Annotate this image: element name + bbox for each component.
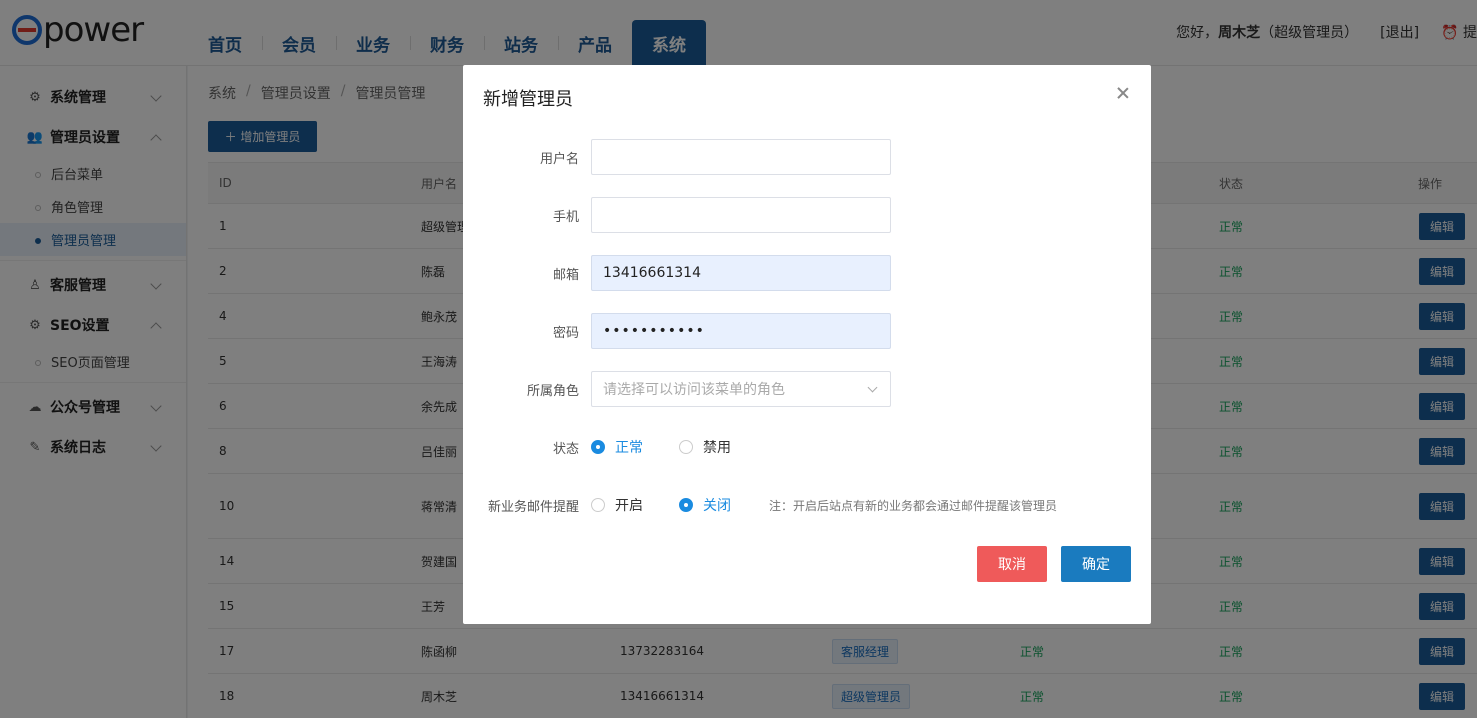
mail-notify-hint: 注：开启后站点有新的业务都会通过邮件提醒该管理员 [769,498,1058,513]
role-label: 所属角色 [526,383,579,399]
mail-notify-radio-group: 开启 关闭 注：开启后站点有新的业务都会通过邮件提醒该管理员 [591,495,1057,515]
radio-dot [679,440,693,454]
email-input[interactable]: 13416661314 [591,255,891,291]
status-row: 状态 正常 禁用 [463,429,1151,465]
mail-notify-off-radio[interactable]: 关闭 [679,495,731,515]
mail-notify-row: 新业务邮件提醒 开启 关闭 注：开启后站点有新的业务都会通过邮件提醒该管理员 [463,487,1151,523]
phone-input[interactable] [591,197,891,233]
phone-label: 手机 [552,209,579,225]
radio-dot [591,498,605,512]
username-row: 用户名 [463,139,1151,175]
chevron-down-icon [867,382,878,393]
mail-notify-on-radio[interactable]: 开启 [591,495,643,515]
email-row: 邮箱 13416661314 [463,255,1151,291]
password-input[interactable]: ••••••••••• [591,313,891,349]
password-label: 密码 [552,325,579,341]
username-label: 用户名 [539,151,579,167]
username-input[interactable] [591,139,891,175]
status-label: 状态 [552,441,579,457]
status-normal-radio[interactable]: 正常 [591,437,643,457]
status-radio-group: 正常 禁用 [591,437,767,457]
role-row: 所属角色 请选择可以访问该菜单的角色 [463,371,1151,407]
phone-row: 手机 [463,197,1151,233]
status-disabled-radio[interactable]: 禁用 [679,437,731,457]
add-admin-dialog: 新增管理员 用户名 手机 邮箱 13416661314 密码 •••••••••… [463,65,1151,624]
role-select[interactable]: 请选择可以访问该菜单的角色 [591,371,891,407]
confirm-button[interactable]: 确定 [1061,546,1131,582]
cancel-button[interactable]: 取消 [977,546,1047,582]
close-icon[interactable] [1115,85,1131,101]
password-row: 密码 ••••••••••• [463,313,1151,349]
email-label: 邮箱 [552,267,579,283]
role-select-placeholder: 请选择可以访问该菜单的角色 [603,382,785,398]
mail-notify-label: 新业务邮件提醒 [487,499,579,515]
dialog-title: 新增管理员 [483,89,573,110]
radio-dot [679,498,693,512]
radio-dot [591,440,605,454]
